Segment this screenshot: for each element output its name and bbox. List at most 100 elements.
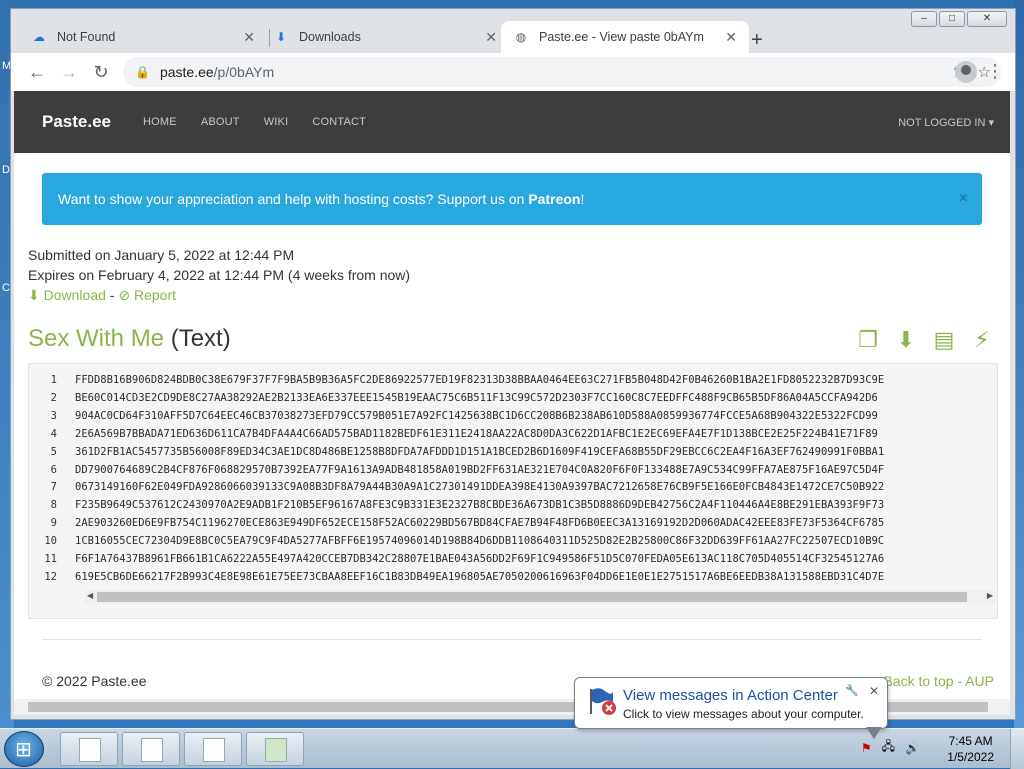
code-horizontal-scrollbar[interactable]: ◀ ▶ (85, 590, 995, 604)
code-box: 1 FFDD8B16B906D824BDB0C38E679F37F7F9BA5B9… (28, 363, 998, 619)
nav-contact[interactable]: CONTACT (312, 116, 366, 128)
forward-icon[interactable]: → (53, 62, 85, 83)
taskbar-app-button[interactable] (246, 732, 304, 766)
tab-downloads[interactable]: ⬇ Downloads ✕ (261, 21, 509, 53)
scrollbar-thumb[interactable] (97, 592, 967, 602)
alert-text: Want to show your appreciation and help … (58, 191, 525, 207)
code-line: 10 1CB16055CEC72304D9E8BC0C5EA79C9F4DA527… (44, 535, 885, 548)
volume-icon[interactable]: 🔊 (905, 741, 920, 755)
alert-suffix: ! (580, 191, 585, 207)
back-icon[interactable]: ← (21, 62, 53, 83)
nav-wiki[interactable]: WIKI (264, 116, 289, 128)
footer-divider (42, 639, 982, 640)
code-line: 6 DD7900764689C2B4CF876F068829570B7392EA7… (50, 463, 885, 476)
footer-links: Back to top - AUP (883, 673, 994, 689)
download-link[interactable]: Download (44, 287, 106, 303)
code-line: 3 904AC0CD64F310AFF5D7C64EEC46CB37038273E… (50, 409, 878, 422)
globe-icon: ◍ (515, 30, 527, 44)
address-bar[interactable]: 🔒 paste.ee/p/0bAYm ⇪ ☆ (123, 57, 1001, 87)
taskbar-app-button[interactable] (122, 732, 180, 766)
system-tray: ⚑ 🖧 🔊 (861, 737, 920, 758)
network-icon[interactable]: 🖧 (882, 737, 895, 758)
code-line: 2 BE60C014CD3E2CD9DE8C27AA38292AE2B2133EA… (50, 391, 878, 404)
footer-copyright: © 2022 Paste.ee (42, 673, 147, 689)
start-button[interactable] (4, 731, 44, 767)
browser-window: – □ ✕ ☁ Not Found ✕ ⬇ Downloads ✕ ◍ Past… (10, 8, 1016, 720)
document-icon (203, 738, 225, 762)
paste-title: Sex With Me (Text) (28, 325, 231, 353)
site-navbar: Paste.ee HOME ABOUT WIKI CONTACT NOT LOG… (14, 91, 1010, 153)
code-line: 7 0673149160F62E049FDA9286066039133C9A08B… (50, 481, 885, 494)
paste-name: Sex With Me (28, 325, 165, 352)
expires-date: Expires on February 4, 2022 at 12:44 PM … (28, 267, 411, 283)
action-center-flag-icon[interactable]: ⚑ (861, 741, 872, 755)
raw-file-icon[interactable]: ▤ (932, 327, 956, 353)
patreon-link[interactable]: Patreon (528, 191, 580, 207)
report-link[interactable]: Report (134, 287, 176, 303)
tab-title: Not Found (57, 30, 116, 44)
close-icon[interactable]: ✕ (485, 29, 497, 46)
taskbar-app-button[interactable] (184, 732, 242, 766)
notification-tail (866, 727, 882, 739)
close-icon[interactable]: ✕ (725, 29, 737, 46)
scroll-left-arrow-icon[interactable]: ◀ (87, 591, 93, 600)
report-icon: ⊘ (118, 287, 131, 303)
tab-paste-ee[interactable]: ◍ Paste.ee - View paste 0bAYm ✕ (501, 21, 749, 53)
document-icon (79, 738, 101, 762)
patreon-alert: Want to show your appreciation and help … (42, 173, 982, 225)
url-path: /p/0bAYm (213, 64, 275, 80)
alert-close-button[interactable]: × (959, 190, 968, 208)
meta-separator: - (109, 287, 115, 303)
copy-icon[interactable]: ❐ (856, 327, 880, 353)
download-icon: ⬇ (275, 30, 287, 44)
paste-actions: ❐ ⬇ ▤ ⚡ (856, 327, 994, 353)
reload-icon[interactable]: ↻ (85, 62, 117, 83)
code-line: 1 FFDD8B16B906D824BDB0C38E679F37F7F9BA5B9… (50, 374, 885, 386)
aup-link[interactable]: AUP (965, 673, 994, 689)
desktop-icon-letter: C (2, 282, 10, 294)
tab-title: Paste.ee - View paste 0bAYm (539, 30, 704, 44)
notification-title[interactable]: View messages in Action Center (623, 687, 838, 704)
web-page: Paste.ee HOME ABOUT WIKI CONTACT NOT LOG… (14, 91, 1010, 699)
submitted-date: Submitted on January 5, 2022 at 12:44 PM (28, 247, 295, 263)
code-line: 5 361D2FB1AC5457735B56008F89ED34C3AE1DC8D… (50, 445, 885, 458)
new-tab-button[interactable]: + (751, 29, 763, 52)
code-line: 11 F6F1A76437B8961FB661B1CA6222A55E497A42… (44, 553, 885, 566)
desktop-icon-letter: D (2, 164, 10, 176)
plug-icon[interactable]: ⚡ (970, 327, 994, 353)
tab-title: Downloads (299, 30, 361, 44)
notification-body: Click to view messages about your comput… (623, 707, 864, 721)
code-line: 8 F235B9649C537612C2430970A2E9ADB1F210B5E… (50, 499, 885, 512)
nav-home[interactable]: HOME (143, 116, 177, 128)
action-center-flag-icon (590, 688, 616, 715)
paste-meta: Submitted on January 5, 2022 at 12:44 PM… (28, 245, 410, 305)
site-brand[interactable]: Paste.ee (42, 112, 111, 132)
clock-date: 1/5/2022 (947, 750, 994, 764)
notification-close-button[interactable]: ✕ (869, 684, 879, 698)
nav-about[interactable]: ABOUT (201, 116, 240, 128)
url-domain: paste.ee (159, 64, 214, 80)
lock-icon: 🔒 (135, 65, 150, 79)
tab-strip: ☁ Not Found ✕ ⬇ Downloads ✕ ◍ Paste.ee -… (11, 17, 1015, 53)
back-to-top-link[interactable]: Back to top (883, 673, 953, 689)
menu-kebab-icon[interactable]: ⋮ (979, 61, 1011, 82)
paste-type: (Text) (170, 325, 231, 352)
download-icon[interactable]: ⬇ (894, 327, 918, 353)
code-line: 12 619E5CB6DE66217F2B993C4E8E98E61E75EE73… (44, 570, 885, 583)
tab-not-found[interactable]: ☁ Not Found ✕ (19, 21, 267, 53)
taskbar-app-button[interactable] (60, 732, 118, 766)
action-center-notification[interactable]: View messages in Action Center Click to … (574, 677, 888, 729)
code-lines: 1 FFDD8B16B906D824BDB0C38E679F37F7F9BA5B9… (29, 372, 884, 587)
account-dropdown[interactable]: NOT LOGGED IN ▾ (898, 116, 994, 129)
system-clock[interactable]: 7:45 AM 1/5/2022 (947, 733, 994, 765)
scroll-right-arrow-icon[interactable]: ▶ (987, 591, 993, 600)
code-line: 9 2AE903260ED6E9FB754C1196270ECE863E949DF… (50, 517, 885, 530)
browser-toolbar: ← → ↻ 🔒 paste.ee/p/0bAYm ⇪ ☆ ⋮ (11, 53, 1015, 91)
document-icon (141, 738, 163, 762)
profile-avatar[interactable] (955, 61, 977, 83)
wrench-icon: 🔧 (845, 685, 859, 697)
close-icon[interactable]: ✕ (243, 29, 255, 46)
show-desktop-button[interactable] (1010, 729, 1024, 769)
code-line: 4 2E6A569B7BBADA71ED636D611CA7B4DFA4A4C66… (50, 427, 878, 440)
cloud-icon: ☁ (33, 30, 45, 44)
